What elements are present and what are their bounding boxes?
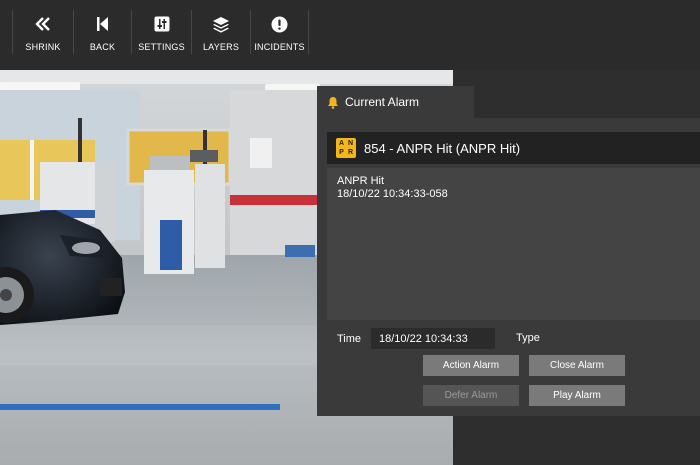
layers-icon xyxy=(212,14,230,34)
alarm-detail-timestamp: 18/10/22 10:34:33-058 xyxy=(337,188,448,200)
layers-label: LAYERS xyxy=(202,42,240,52)
double-chevron-left-icon xyxy=(35,14,51,34)
badge-letter: A xyxy=(338,140,345,147)
alarm-detail-type: ANPR Hit xyxy=(337,175,385,187)
shrink-button[interactable]: SHRINK xyxy=(12,10,73,54)
time-row: Time Type xyxy=(337,328,540,349)
shrink-label: SHRINK xyxy=(25,42,61,52)
skip-back-icon xyxy=(96,14,110,34)
settings-button[interactable]: SETTINGS xyxy=(131,10,191,54)
anpr-badge-icon: A N P R xyxy=(336,138,356,158)
alarm-title: 854 - ANPR Hit (ANPR Hit) xyxy=(364,140,521,156)
back-button[interactable]: BACK xyxy=(73,10,131,54)
alarm-panel: A N P R 854 - ANPR Hit (ANPR Hit) ANPR H… xyxy=(317,118,700,416)
action-alarm-button[interactable]: Action Alarm xyxy=(423,355,519,376)
layers-button[interactable]: LAYERS xyxy=(191,10,250,54)
alert-circle-icon xyxy=(271,14,288,34)
top-toolbar: SHRINK BACK SETTINGS LAYERS INCIDENTS xyxy=(0,0,700,70)
bell-icon xyxy=(327,96,339,109)
sliders-icon xyxy=(154,14,170,34)
alarm-header: A N P R 854 - ANPR Hit (ANPR Hit) xyxy=(327,132,700,164)
current-alarm-title: Current Alarm xyxy=(345,95,420,109)
close-alarm-button[interactable]: Close Alarm xyxy=(529,355,625,376)
type-label: Type xyxy=(516,332,540,344)
time-field[interactable] xyxy=(371,328,495,349)
defer-alarm-button[interactable]: Defer Alarm xyxy=(423,385,519,406)
incidents-label: INCIDENTS xyxy=(254,42,305,52)
incidents-button[interactable]: INCIDENTS xyxy=(250,10,309,54)
time-label: Time xyxy=(337,333,362,345)
play-alarm-button[interactable]: Play Alarm xyxy=(529,385,625,406)
current-alarm-tab[interactable]: Current Alarm xyxy=(317,86,474,118)
alarm-details: ANPR Hit 18/10/22 10:34:33-058 xyxy=(327,168,700,320)
badge-letter: R xyxy=(347,149,354,156)
badge-letter: N xyxy=(347,140,354,147)
settings-label: SETTINGS xyxy=(138,42,185,52)
back-label: BACK xyxy=(89,42,116,52)
badge-letter: P xyxy=(339,149,344,156)
